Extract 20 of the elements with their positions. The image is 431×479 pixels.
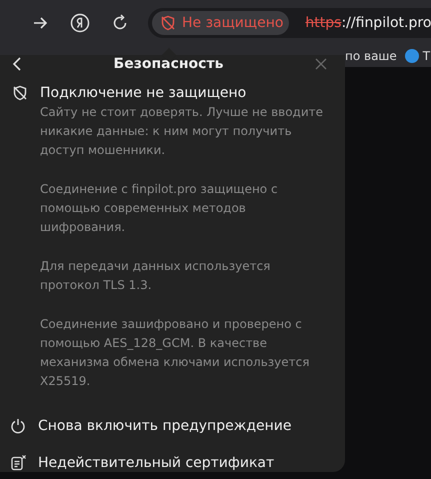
popup-title: Безопасность: [112, 56, 224, 72]
bookmark-item[interactable]: Т: [404, 49, 430, 63]
connection-detail-text: Соединение с finpilot.pro защищено с помощью современных методов шифрования.: [40, 181, 279, 236]
certificate-item[interactable]: Недействительный сертификат: [0, 444, 345, 479]
certificate-icon: [10, 454, 26, 470]
telegram-icon: [404, 49, 419, 63]
shield-crossed-icon: [160, 14, 176, 30]
shield-crossed-icon: [12, 85, 28, 101]
reenable-warning-item[interactable]: Снова включить предупреждение: [0, 407, 345, 444]
power-icon: [10, 418, 26, 434]
yandex-logo-icon[interactable]: [70, 12, 90, 32]
close-button[interactable]: [313, 56, 329, 72]
connection-detail-text: Для передачи данных используется протокол TLS 1.3.: [40, 258, 272, 294]
url-field[interactable]: https://finpilot.pro: [305, 14, 431, 30]
bookmark-item[interactable]: по ваше: [345, 49, 397, 63]
forward-icon[interactable]: [32, 14, 48, 30]
warning-text: Сайту не стоит доверять. Лучше не вводите никакие данные: к ним могут получить доступ мошенники.: [40, 104, 324, 159]
reload-icon[interactable]: [111, 14, 129, 32]
connection-detail-text: Соединение зашифровано и проверено с помощью AES_128_GCM. В качестве механизма обмена ключами используется X25519.: [40, 316, 310, 390]
connection-status-title: Подключение не защищено: [40, 85, 248, 101]
